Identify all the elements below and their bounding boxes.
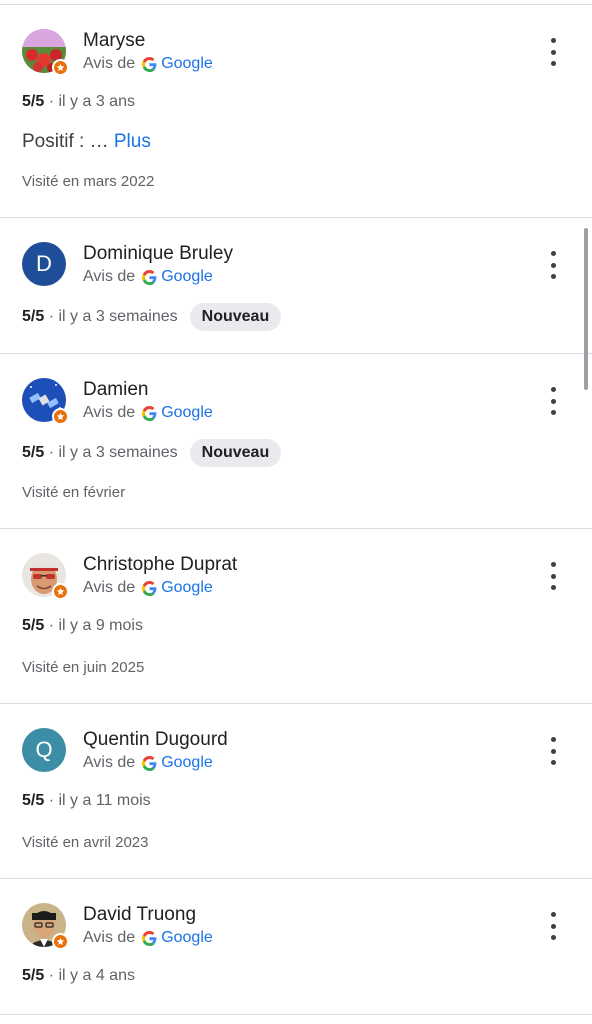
reviewer-name[interactable]: Dominique Bruley (83, 243, 233, 265)
rating: 5/5 (22, 93, 45, 110)
local-guide-star-icon (52, 933, 69, 950)
visit-date: Visité en juin 2025 (22, 659, 145, 676)
review-card: Q Quentin Dugourd Avis de Google 5/5 · i… (0, 703, 592, 878)
rating: 5/5 (22, 444, 45, 461)
divider (0, 1014, 592, 1015)
google-g-icon (142, 56, 157, 72)
review-text: Positif : … Plus (22, 131, 151, 153)
avatar[interactable] (22, 378, 69, 425)
review-card: Maryse Avis de Google 5/5 · il y a 3 ans… (0, 0, 592, 217)
reviewer-name[interactable]: Christophe Duprat (83, 554, 237, 576)
google-g-icon (142, 405, 157, 421)
review-source: Avis de Google (83, 579, 213, 597)
review-meta: 5/5 · il y a 11 mois (22, 792, 151, 810)
review-card: D Dominique Bruley Avis de Google 5/5 · … (0, 217, 592, 353)
source-label: Avis de (83, 55, 136, 72)
rating: 5/5 (22, 967, 45, 984)
google-label: Google (161, 404, 213, 421)
rating: 5/5 (22, 617, 45, 634)
visit-date: Visité en avril 2023 (22, 834, 149, 851)
more-vert-icon[interactable] (541, 912, 565, 940)
google-label: Google (161, 929, 213, 946)
avatar[interactable] (22, 29, 69, 76)
review-source: Avis de Google (83, 404, 213, 422)
review-date: · il y a 3 ans (48, 93, 135, 110)
review-date: · il y a 3 semaines (48, 444, 178, 461)
source-label: Avis de (83, 929, 136, 946)
new-badge: Nouveau (189, 303, 282, 331)
avatar[interactable] (22, 553, 69, 600)
review-meta: 5/5 · il y a 3 ans (22, 93, 135, 111)
review-meta: 5/5 · il y a 9 mois (22, 617, 143, 635)
local-guide-star-icon (52, 408, 69, 425)
review-date: · il y a 9 mois (48, 617, 143, 634)
source-label: Avis de (83, 404, 136, 421)
review-source: Avis de Google (83, 55, 213, 73)
source-label: Avis de (83, 579, 136, 596)
local-guide-star-icon (52, 59, 69, 76)
review-date: · il y a 11 mois (48, 792, 151, 809)
local-guide-star-icon (52, 583, 69, 600)
avatar-letter: Q (22, 728, 66, 772)
reviewer-name[interactable]: Damien (83, 379, 148, 401)
google-g-icon (142, 580, 157, 596)
review-source: Avis de Google (83, 929, 213, 947)
google-label: Google (161, 754, 213, 771)
visit-date: Visité en mars 2022 (22, 173, 155, 190)
visit-date: Visité en février (22, 484, 126, 501)
more-link[interactable]: Plus (114, 131, 151, 152)
rating: 5/5 (22, 792, 45, 809)
more-vert-icon[interactable] (541, 38, 565, 66)
google-label: Google (161, 579, 213, 596)
more-vert-icon[interactable] (541, 251, 565, 279)
reviewer-name[interactable]: Quentin Dugourd (83, 729, 228, 751)
google-label: Google (161, 55, 213, 72)
avatar[interactable] (22, 903, 69, 950)
review-card: Christophe Duprat Avis de Google 5/5 · i… (0, 528, 592, 703)
review-source: Avis de Google (83, 268, 213, 286)
reviewer-name[interactable]: David Truong (83, 904, 196, 926)
review-snippet: Positif : … (22, 131, 109, 152)
review-date: · il y a 3 semaines (48, 308, 178, 325)
review-card: Damien Avis de Google 5/5 · il y a 3 sem… (0, 353, 592, 528)
review-meta: 5/5 · il y a 3 semaines Nouveau (22, 303, 282, 331)
review-card: David Truong Avis de Google 5/5 · il y a… (0, 878, 592, 1014)
reviewer-name[interactable]: Maryse (83, 30, 145, 52)
google-label: Google (161, 268, 213, 285)
rating: 5/5 (22, 308, 45, 325)
google-g-icon (142, 269, 157, 285)
avatar[interactable]: D (22, 242, 66, 286)
more-vert-icon[interactable] (541, 737, 565, 765)
google-g-icon (142, 755, 157, 771)
avatar-letter: D (22, 242, 66, 286)
more-vert-icon[interactable] (541, 562, 565, 590)
review-meta: 5/5 · il y a 3 semaines Nouveau (22, 439, 282, 467)
review-source: Avis de Google (83, 754, 213, 772)
more-vert-icon[interactable] (541, 387, 565, 415)
review-date: · il y a 4 ans (48, 967, 135, 984)
source-label: Avis de (83, 268, 136, 285)
source-label: Avis de (83, 754, 136, 771)
review-meta: 5/5 · il y a 4 ans (22, 967, 135, 985)
avatar[interactable]: Q (22, 728, 66, 772)
new-badge: Nouveau (189, 439, 282, 467)
google-g-icon (142, 930, 157, 946)
